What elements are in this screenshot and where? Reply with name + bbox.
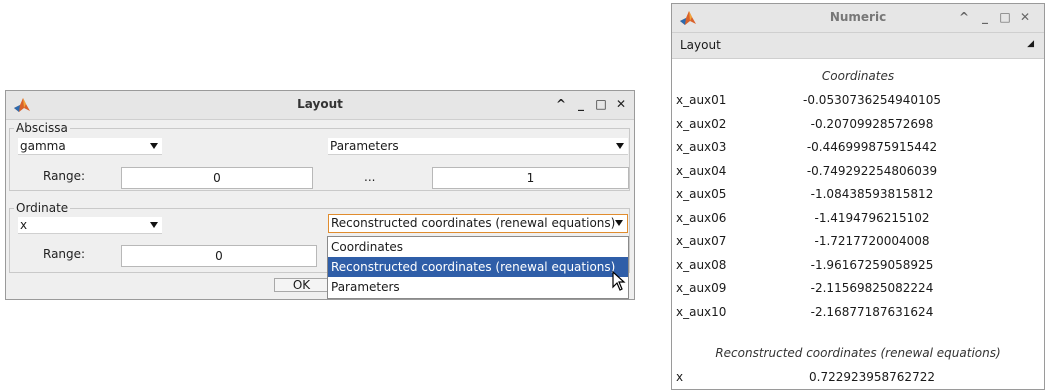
numeric-titlebar[interactable]: Numeric ^ _ □ ✕	[672, 4, 1044, 33]
section-title: Coordinates	[821, 69, 895, 83]
chevron-down-icon	[615, 220, 623, 226]
section-title: Reconstructed coordinates (renewal equat…	[715, 346, 1001, 360]
mouse-cursor-icon	[612, 271, 626, 291]
abscissa-variable-select[interactable]: gamma	[18, 138, 162, 155]
ordinate-variable-value: x	[20, 218, 28, 232]
chevron-down-icon	[616, 143, 624, 149]
variable-value: -0.0530736254940105	[803, 93, 941, 107]
abscissa-range-max-field[interactable]: 1	[432, 167, 629, 189]
window-title: Layout	[297, 97, 343, 111]
range-ellipsis: ...	[364, 170, 376, 184]
ordinate-range-label: Range:	[43, 247, 86, 261]
variable-value: -1.08438593815812	[810, 187, 934, 201]
chevron-up-icon[interactable]: ^	[957, 10, 971, 24]
dropdown-option-parameters[interactable]: Parameters	[328, 277, 628, 297]
maximize-icon[interactable]: □	[998, 10, 1012, 24]
abscissa-label: Abscissa	[14, 121, 70, 135]
resize-corner-icon: ◢	[1027, 39, 1034, 49]
ordinate-label: Ordinate	[14, 201, 71, 215]
chevron-down-icon	[150, 143, 158, 149]
variable-value: -2.16877187631624	[810, 304, 934, 319]
variable-value: -0.749292254806039	[806, 163, 938, 178]
abscissa-range-label: Range:	[43, 169, 86, 183]
dropdown-option-reconstructed[interactable]: Reconstructed coordinates (renewal equat…	[328, 257, 628, 277]
ok-button[interactable]: OK	[274, 278, 329, 292]
variable-value: -2.11569825082224	[810, 281, 934, 295]
ordinate-range-min-field[interactable]: 0	[121, 245, 317, 267]
variable-value: -1.4194796215102	[814, 210, 930, 225]
menu-layout[interactable]: Layout	[680, 38, 721, 52]
numeric-content: Coordinates x_aux01 -0.0530736254940105 x_a…	[672, 59, 1044, 389]
abscissa-type-value: Parameters	[330, 139, 399, 153]
dropdown-option-coordinates[interactable]: Coordinates	[328, 237, 628, 257]
abscissa-range-min-field[interactable]: 0	[121, 167, 313, 189]
abscissa-type-select[interactable]: Parameters	[328, 138, 628, 155]
variable-value: -0.446999875915442	[806, 140, 938, 154]
variable-value: -0.20709928572698	[810, 116, 934, 131]
ordinate-type-dropdown: Coordinates Reconstructed coordinates (r…	[327, 236, 629, 299]
chevron-up-icon[interactable]: ^	[554, 97, 568, 111]
variable-value: -1.96167259058925	[810, 257, 934, 272]
maximize-icon[interactable]: □	[594, 97, 608, 111]
close-icon[interactable]: ✕	[614, 97, 628, 111]
numeric-window: Numeric ^ _ □ ✕ Layout ◢ Coordinates x_au…	[671, 3, 1045, 390]
variable-value: -1.7217720004008	[814, 234, 930, 248]
minimize-icon[interactable]: _	[574, 97, 588, 111]
numeric-menubar: Layout ◢	[672, 33, 1044, 59]
chevron-down-icon	[150, 222, 158, 228]
abscissa-variable-value: gamma	[20, 139, 66, 153]
ordinate-type-value: Reconstructed coordinates (renewal equat…	[331, 216, 616, 230]
ordinate-variable-select[interactable]: x	[18, 217, 162, 234]
layout-window: Layout ^ _ □ ✕ Abscissa gamma Parameters…	[5, 90, 635, 300]
layout-titlebar[interactable]: Layout ^ _ □ ✕	[6, 91, 634, 120]
minimize-icon[interactable]: _	[978, 10, 992, 24]
ordinate-type-select[interactable]: Reconstructed coordinates (renewal equat…	[328, 214, 628, 233]
close-icon[interactable]: ✕	[1018, 10, 1032, 24]
variable-value: 0.722923958762722	[809, 370, 935, 384]
